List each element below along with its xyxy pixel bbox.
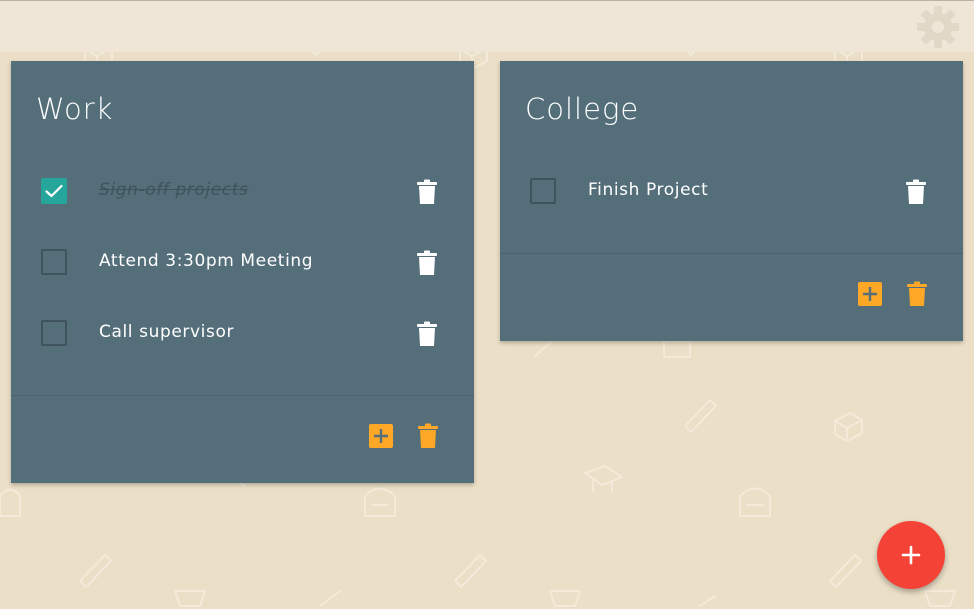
top-bar	[0, 1, 974, 52]
add-task-icon[interactable]	[858, 282, 882, 306]
task-checkbox[interactable]	[41, 178, 67, 204]
task-row: Sign-off projects	[11, 161, 474, 221]
trash-icon[interactable]	[905, 179, 927, 205]
task-row: Attend 3:30pm Meeting	[11, 232, 474, 292]
checkmark-icon	[45, 184, 63, 198]
list-card-work: Work Sign-off projects Attend 3:30pm Mee…	[11, 61, 474, 483]
task-row: Finish Project	[500, 161, 963, 221]
delete-list-icon[interactable]	[906, 281, 928, 307]
add-task-icon[interactable]	[369, 424, 393, 448]
trash-icon[interactable]	[416, 321, 438, 347]
delete-list-icon[interactable]	[417, 423, 439, 449]
task-checkbox[interactable]	[530, 178, 556, 204]
list-title[interactable]: Work	[36, 92, 113, 126]
card-footer-divider	[11, 395, 474, 396]
task-text[interactable]: Call supervisor	[99, 322, 234, 342]
gear-icon	[917, 6, 959, 48]
plus-icon	[901, 545, 921, 565]
task-text[interactable]: Attend 3:30pm Meeting	[99, 251, 313, 271]
task-text[interactable]: Finish Project	[588, 180, 708, 200]
add-list-fab[interactable]	[877, 521, 945, 589]
settings-button[interactable]	[916, 5, 960, 49]
task-row: Call supervisor	[11, 303, 474, 363]
trash-icon[interactable]	[416, 250, 438, 276]
task-checkbox[interactable]	[41, 320, 67, 346]
list-card-college: College Finish Project	[500, 61, 963, 341]
list-title[interactable]: College	[525, 92, 639, 126]
task-checkbox[interactable]	[41, 249, 67, 275]
card-footer-divider	[500, 253, 963, 254]
trash-icon[interactable]	[416, 179, 438, 205]
task-text[interactable]: Sign-off projects	[99, 180, 248, 200]
